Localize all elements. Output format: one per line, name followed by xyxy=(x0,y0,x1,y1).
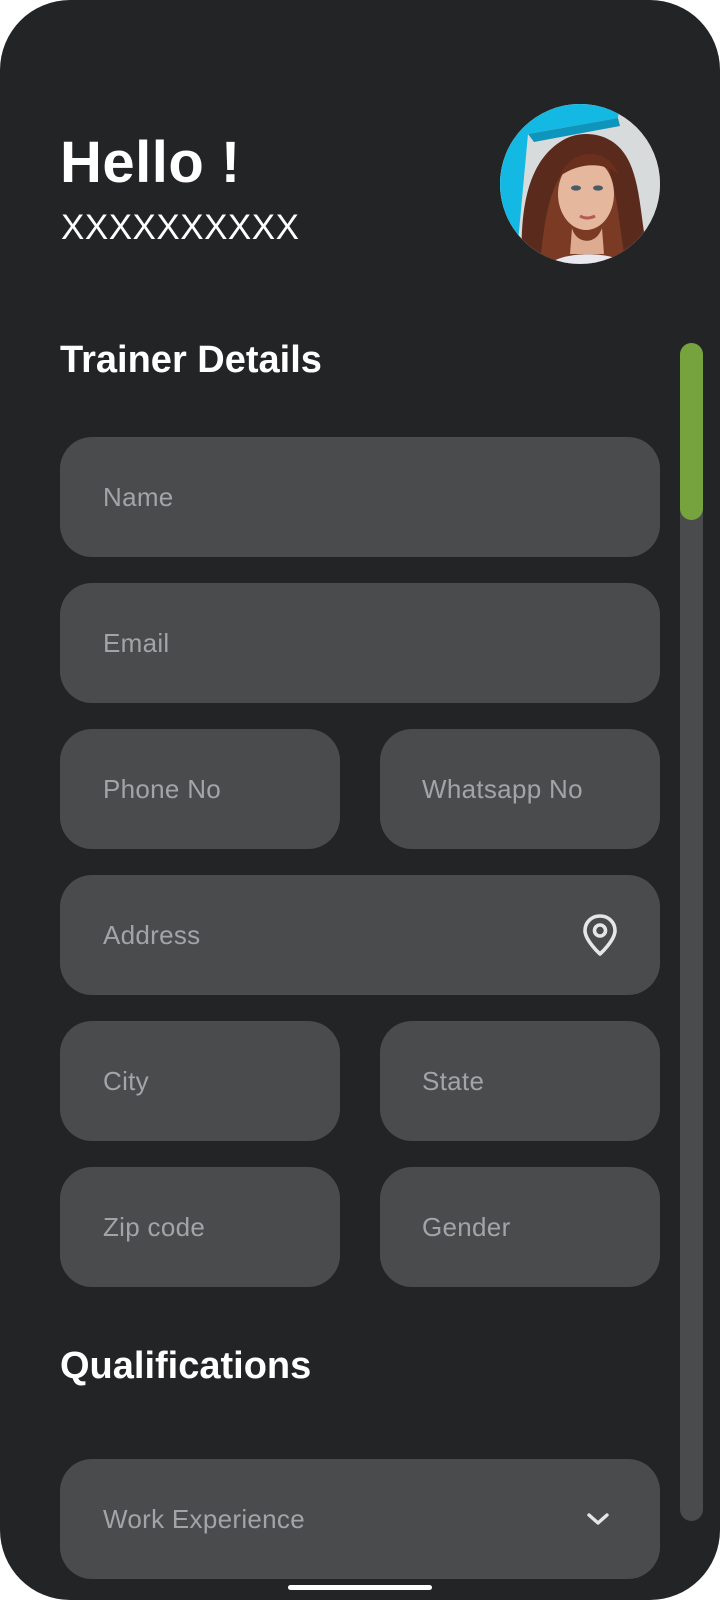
phone-placeholder: Phone No xyxy=(103,773,222,804)
zip-code-field[interactable]: Zip code xyxy=(60,1167,340,1287)
address-field[interactable]: Address xyxy=(60,875,660,995)
city-field[interactable]: City xyxy=(60,1021,340,1141)
name-field[interactable]: Name xyxy=(60,437,660,557)
zip-code-placeholder: Zip code xyxy=(103,1211,206,1242)
work-experience-select[interactable]: Work Experience xyxy=(60,1459,660,1579)
gender-field[interactable]: Gender xyxy=(380,1167,660,1287)
greeting-title: Hello ! xyxy=(60,130,241,195)
phone-field[interactable]: Phone No xyxy=(60,729,340,849)
location-pin-icon[interactable] xyxy=(582,913,618,957)
address-placeholder: Address xyxy=(103,919,201,950)
whatsapp-field[interactable]: Whatsapp No xyxy=(380,729,660,849)
app-screen: Hello ! XXXXXXXXXX Trainer Details Name … xyxy=(0,0,720,1600)
whatsapp-placeholder: Whatsapp No xyxy=(422,773,583,804)
trainer-details-heading: Trainer Details xyxy=(60,339,322,381)
qualifications-heading: Qualifications xyxy=(60,1345,312,1387)
state-field[interactable]: State xyxy=(380,1021,660,1141)
scrollbar-thumb[interactable] xyxy=(680,343,703,520)
name-placeholder: Name xyxy=(103,481,174,512)
avatar-photo xyxy=(500,104,660,264)
scrollbar-track[interactable] xyxy=(680,343,703,1521)
home-indicator[interactable] xyxy=(288,1585,432,1590)
chevron-down-icon[interactable] xyxy=(586,1511,610,1527)
work-experience-placeholder: Work Experience xyxy=(103,1503,305,1534)
state-placeholder: State xyxy=(422,1065,485,1096)
email-field[interactable]: Email xyxy=(60,583,660,703)
username-label: XXXXXXXXXX xyxy=(61,208,300,247)
profile-avatar[interactable] xyxy=(500,104,660,264)
city-placeholder: City xyxy=(103,1065,149,1096)
email-placeholder: Email xyxy=(103,627,170,658)
gender-placeholder: Gender xyxy=(422,1211,511,1242)
